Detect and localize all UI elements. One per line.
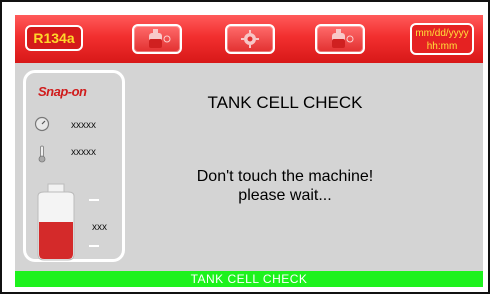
page-title: TANK CELL CHECK: [207, 93, 363, 112]
pressure-gauge-icon: [34, 116, 50, 137]
screen-frame: R134a mm/dd/yyyy hh:mm Snap-on xxxxx xxx…: [0, 0, 490, 294]
gear-icon: [227, 30, 273, 56]
datetime-display[interactable]: mm/dd/yyyy hh:mm: [410, 23, 474, 55]
brand-logo: Snap-on: [38, 84, 87, 99]
tank-button-2[interactable]: [315, 24, 365, 54]
tank-status-panel: Snap-on xxxxx xxxxx xxx: [23, 70, 125, 262]
tank-level-icon: [30, 182, 82, 267]
level-mark-low: [89, 245, 99, 247]
status-bar: TANK CELL CHECK: [15, 271, 483, 287]
tank-button-1[interactable]: [132, 24, 182, 54]
header-bar: R134a mm/dd/yyyy hh:mm: [15, 15, 483, 63]
gas-type-badge[interactable]: R134a: [25, 25, 83, 51]
tank-icon: [317, 29, 363, 56]
status-message: Don't touch the machine! please wait...: [165, 167, 405, 205]
date-text: mm/dd/yyyy: [415, 28, 469, 39]
message-line-1: Don't touch the machine!: [196, 168, 374, 185]
temperature-value: xxxxx: [71, 147, 96, 158]
message-line-2: please wait...: [238, 187, 332, 204]
tank-icon: [134, 29, 180, 56]
tank-value: xxx: [92, 222, 107, 233]
main-panel: Snap-on xxxxx xxxxx xxx TANK CELL CHECK …: [15, 63, 483, 271]
settings-button[interactable]: [225, 24, 275, 54]
thermometer-icon: [36, 145, 48, 168]
level-mark-high: [89, 199, 99, 201]
pressure-value: xxxxx: [71, 120, 96, 131]
time-text: hh:mm: [426, 41, 458, 52]
